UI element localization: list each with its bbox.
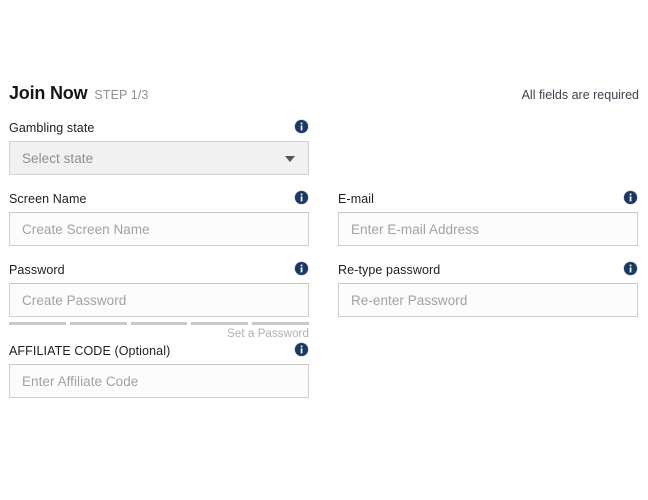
field-gambling-state: Gambling state Select state: [9, 118, 309, 175]
field-email: E-mail Enter E-mail Address: [338, 189, 638, 246]
info-icon[interactable]: [295, 191, 308, 204]
retype-password-label: Re-type password: [338, 263, 440, 277]
email-label-line: E-mail: [338, 189, 638, 208]
page-title: Join Now: [9, 84, 87, 102]
gambling-state-label: Gambling state: [9, 121, 94, 135]
email-placeholder: Enter E-mail Address: [351, 222, 479, 237]
email-input[interactable]: Enter E-mail Address: [338, 212, 638, 246]
affiliate-code-placeholder: Enter Affiliate Code: [22, 374, 138, 389]
password-input[interactable]: Create Password: [9, 283, 309, 317]
info-icon[interactable]: [295, 120, 308, 133]
form-fields: Gambling state Select state: [9, 118, 639, 412]
required-fields-note: All fields are required: [522, 89, 639, 102]
retype-password-placeholder: Re-enter Password: [351, 293, 467, 308]
retype-password-input[interactable]: Re-enter Password: [338, 283, 638, 317]
signup-page: Join Now STEP 1/3 All fields are require…: [0, 0, 648, 500]
field-retype-password: Re-type password Re-enter Password: [338, 260, 638, 317]
password-placeholder: Create Password: [22, 293, 126, 308]
info-icon[interactable]: [624, 262, 637, 275]
retype-password-label-line: Re-type password: [338, 260, 638, 279]
password-strength-meter: [9, 322, 309, 325]
form-row-gambling-state: Gambling state Select state: [9, 118, 639, 189]
gambling-state-label-line: Gambling state: [9, 118, 309, 137]
chevron-down-icon[interactable]: [285, 156, 295, 162]
password-label-line: Password: [9, 260, 309, 279]
affiliate-code-label: AFFILIATE CODE (Optional): [9, 344, 170, 358]
step-indicator: STEP 1/3: [94, 89, 148, 102]
field-affiliate-code: AFFILIATE CODE (Optional) Enter Affiliat…: [9, 341, 309, 398]
gambling-state-placeholder: Select state: [22, 151, 93, 166]
password-strength-hint: Set a Password: [9, 328, 309, 340]
field-password: Password Create Password: [9, 260, 309, 340]
password-strength-segment: [9, 322, 66, 325]
info-icon[interactable]: [624, 191, 637, 204]
form-header: Join Now STEP 1/3 All fields are require…: [9, 84, 639, 106]
screen-name-label-line: Screen Name: [9, 189, 309, 208]
field-screen-name: Screen Name Create Screen Name: [9, 189, 309, 246]
screen-name-placeholder: Create Screen Name: [22, 222, 150, 237]
password-strength-segment: [131, 322, 188, 325]
password-label: Password: [9, 263, 65, 277]
form-row-affiliate-code: AFFILIATE CODE (Optional) Enter Affiliat…: [9, 341, 639, 412]
password-strength-segment: [191, 322, 248, 325]
title-group: Join Now STEP 1/3: [9, 84, 148, 102]
affiliate-code-input[interactable]: Enter Affiliate Code: [9, 364, 309, 398]
info-icon[interactable]: [295, 262, 308, 275]
gambling-state-select[interactable]: Select state: [9, 141, 309, 175]
email-label: E-mail: [338, 192, 374, 206]
screen-name-label: Screen Name: [9, 192, 87, 206]
form-row-screen-name-email: Screen Name Create Screen Name E-mail: [9, 189, 639, 260]
affiliate-code-label-line: AFFILIATE CODE (Optional): [9, 341, 309, 360]
info-icon[interactable]: [295, 343, 308, 356]
password-strength-segment: [252, 322, 309, 325]
form-row-passwords: Password Create Password: [9, 260, 639, 341]
screen-name-input[interactable]: Create Screen Name: [9, 212, 309, 246]
password-strength-segment: [70, 322, 127, 325]
